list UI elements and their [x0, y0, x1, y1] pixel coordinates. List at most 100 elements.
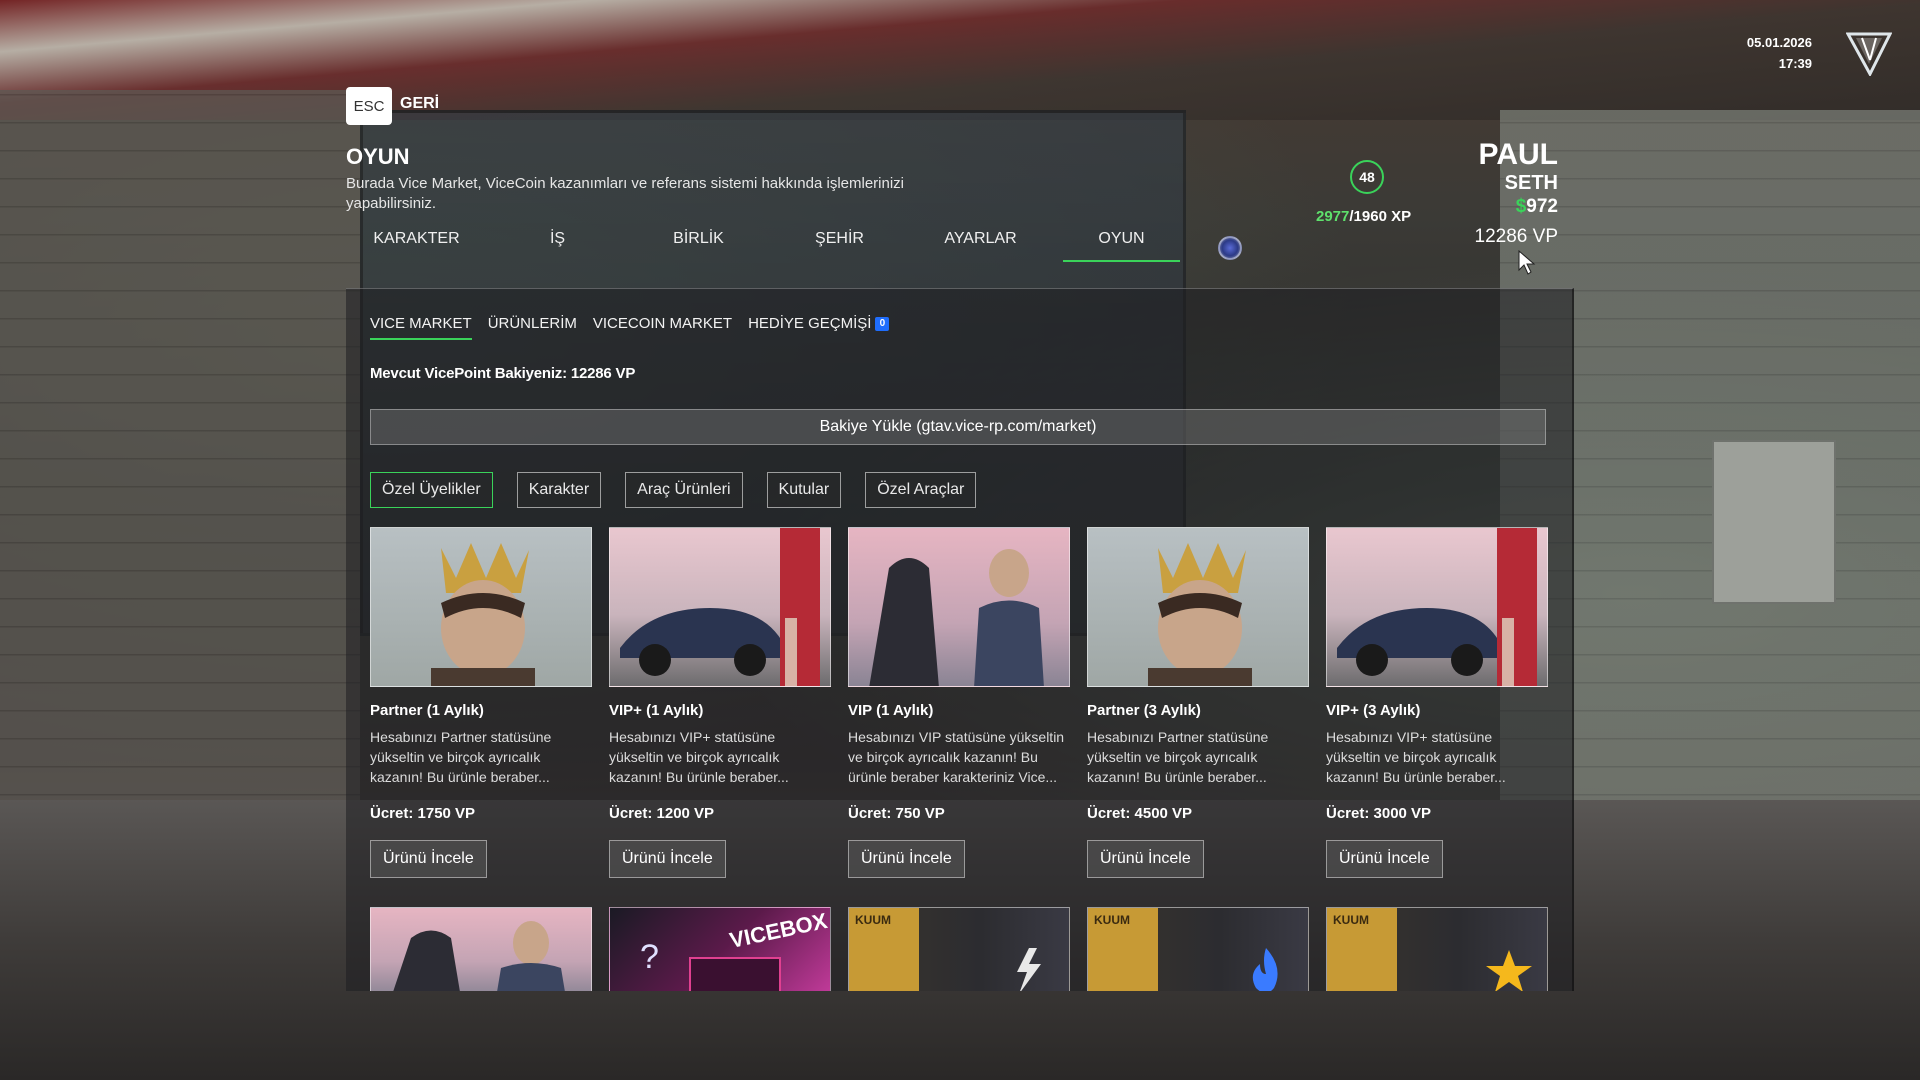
filter-ozel-araclar[interactable]: Özel Araçlar [865, 472, 977, 508]
vice-market-panel: VICE MARKET ÜRÜNLERİM VICECOIN MARKET HE… [346, 288, 1574, 991]
topup-button[interactable]: Bakiye Yükle (gtav.vice-rp.com/market) [370, 409, 1546, 445]
product-image[interactable]: KUUM [848, 907, 1070, 991]
date-time: 05.01.2026 17:39 [1747, 32, 1812, 74]
lightning-icon [1017, 948, 1041, 991]
product-description: Hesabınızı Partner statüsüne yükseltin v… [370, 729, 552, 785]
sports-car-illustration [620, 528, 820, 686]
tab-karakter[interactable]: KARAKTER [346, 230, 487, 262]
suit-man-illustration [393, 921, 565, 991]
esc-key-button[interactable]: ESC [346, 87, 392, 125]
back-button[interactable]: GERİ [400, 95, 439, 113]
inspect-product-button[interactable]: Ürünü İncele [848, 840, 965, 878]
product-image[interactable] [1326, 527, 1548, 687]
kuum-label: KUUM [855, 913, 891, 927]
player-vp: 12286 VP [1474, 226, 1558, 247]
product-image[interactable]: KUUM [1326, 907, 1548, 991]
tab-is[interactable]: İŞ [487, 230, 628, 262]
product-title: Partner (1 Aylık) [370, 702, 484, 719]
player-first-name: PAUL [1478, 138, 1558, 171]
product-image[interactable] [1087, 527, 1309, 687]
xp-total: /1960 XP [1349, 208, 1412, 225]
top-tab-bar: KARAKTER İŞ BİRLİK ŞEHİR AYARLAR OYUN [346, 230, 1192, 262]
category-filters: Özel Üyelikler Karakter Araç Ürünleri Ku… [370, 472, 977, 508]
kuum-bag-lightning-illustration: KUUM [849, 908, 1041, 991]
question-mark-icon: ? [640, 938, 659, 976]
product-grid: Partner (1 Aylık) Hesabınızı Partner sta… [370, 527, 1548, 909]
product-image[interactable] [370, 907, 592, 991]
product-description: Hesabınızı Partner statüsüne yükseltin v… [1087, 729, 1269, 785]
player-info: PAUL SETH $972 12286 VP [1475, 138, 1558, 252]
mouse-cursor-icon [1518, 250, 1536, 275]
xp-current: 2977 [1316, 208, 1350, 225]
product-description: Hesabınızı VIP+ statüsüne yükseltin ve b… [609, 729, 789, 785]
balance-text: Mevcut VicePoint Bakiyeniz: 12286 VP [370, 365, 636, 382]
tab-ayarlar[interactable]: AYARLAR [910, 230, 1051, 262]
vicebox-illustration: VICEBOX ? [640, 908, 830, 991]
product-price: Ücret: 4500 VP [1087, 805, 1193, 822]
tab-oyun[interactable]: OYUN [1051, 230, 1192, 262]
subtab-hediye-label: HEDİYE GEÇMİŞİ [748, 315, 872, 332]
notification-badge: 0 [875, 317, 890, 332]
kuum-bag-flame-illustration: KUUM [1088, 908, 1278, 991]
product-price: Ücret: 3000 VP [1326, 805, 1432, 822]
money-amount: 972 [1526, 196, 1558, 217]
inspect-product-button[interactable]: Ürünü İncele [1087, 840, 1204, 878]
crown-man-illustration [431, 543, 535, 686]
background-brick-wall-left [0, 90, 360, 850]
dollar-symbol: $ [1515, 196, 1527, 217]
subtab-vicecoin-market[interactable]: VICECOIN MARKET [593, 315, 732, 340]
product-image[interactable]: VICEBOX ? [609, 907, 831, 991]
product-image[interactable] [609, 527, 831, 687]
globe-icon[interactable] [1218, 236, 1242, 260]
product-card: Partner (3 Aylık) Hesabınızı Partner sta… [1087, 527, 1309, 909]
filter-karakter[interactable]: Karakter [516, 472, 602, 508]
filter-kutular[interactable]: Kutular [766, 472, 842, 508]
page-description: Burada Vice Market, ViceCoin kazanımları… [346, 175, 905, 212]
product-card: VIP (1 Aylık) Hesabınızı VIP statüsüne y… [848, 527, 1070, 909]
time-text: 17:39 [1778, 56, 1812, 71]
tab-birlik[interactable]: BİRLİK [628, 230, 769, 262]
level-badge: 48 [1350, 160, 1384, 194]
sports-car-illustration [1337, 528, 1537, 686]
xp-progress: 2977/1960 XP [1316, 208, 1411, 225]
kuum-bag-star-illustration: KUUM [1327, 908, 1532, 991]
product-grid-row-2: VICEBOX ? KUUM KUUM KUUM [370, 907, 1548, 991]
product-price: Ücret: 1200 VP [609, 805, 715, 822]
subtab-vice-market[interactable]: VICE MARKET [370, 315, 472, 340]
flame-icon [1252, 948, 1278, 991]
player-last-name: SETH [1504, 172, 1558, 194]
subtab-hediye-gecmisi[interactable]: HEDİYE GEÇMİŞİ 0 [748, 315, 890, 340]
inspect-product-button[interactable]: Ürünü İncele [1326, 840, 1443, 878]
product-card: VIP+ (3 Aylık) Hesabınızı VIP+ statüsüne… [1326, 527, 1548, 909]
product-image[interactable]: KUUM [1087, 907, 1309, 991]
vicebox-label: VICEBOX [727, 908, 829, 953]
suit-man-illustration [869, 549, 1044, 686]
player-money: $972 [1475, 194, 1558, 220]
sub-tab-bar: VICE MARKET ÜRÜNLERİM VICECOIN MARKET HE… [370, 315, 890, 340]
product-title: VIP+ (1 Aylık) [609, 702, 704, 719]
kuum-label: KUUM [1333, 913, 1369, 927]
product-image[interactable] [848, 527, 1070, 687]
product-card: VIP+ (1 Aylık) Hesabınızı VIP+ statüsüne… [609, 527, 831, 909]
product-price: Ücret: 750 VP [848, 805, 945, 822]
filter-ozel-uyelikler[interactable]: Özel Üyelikler [370, 472, 493, 508]
product-image[interactable] [370, 527, 592, 687]
inspect-product-button[interactable]: Ürünü İncele [609, 840, 726, 878]
product-title: Partner (3 Aylık) [1087, 702, 1201, 719]
background-electrical-box [1712, 440, 1836, 604]
filter-arac-urunleri[interactable]: Araç Ürünleri [625, 472, 743, 508]
product-title: VIP (1 Aylık) [848, 702, 934, 719]
date-text: 05.01.2026 [1746, 35, 1812, 50]
product-description: Hesabınızı VIP statüsüne yükseltin ve bi… [848, 729, 1065, 785]
product-title: VIP+ (3 Aylık) [1326, 702, 1421, 719]
kuum-label: KUUM [1094, 913, 1130, 927]
tab-sehir[interactable]: ŞEHİR [769, 230, 910, 262]
product-price: Ücret: 1750 VP [370, 805, 476, 822]
star-icon [1486, 950, 1532, 991]
vice-logo-icon [1846, 32, 1892, 76]
page-title: OYUN [346, 144, 410, 169]
inspect-product-button[interactable]: Ürünü İncele [370, 840, 487, 878]
crown-man-illustration [1148, 543, 1252, 686]
product-description: Hesabınızı VIP+ statüsüne yükseltin ve b… [1326, 729, 1506, 785]
subtab-urunlerim[interactable]: ÜRÜNLERİM [488, 315, 577, 340]
